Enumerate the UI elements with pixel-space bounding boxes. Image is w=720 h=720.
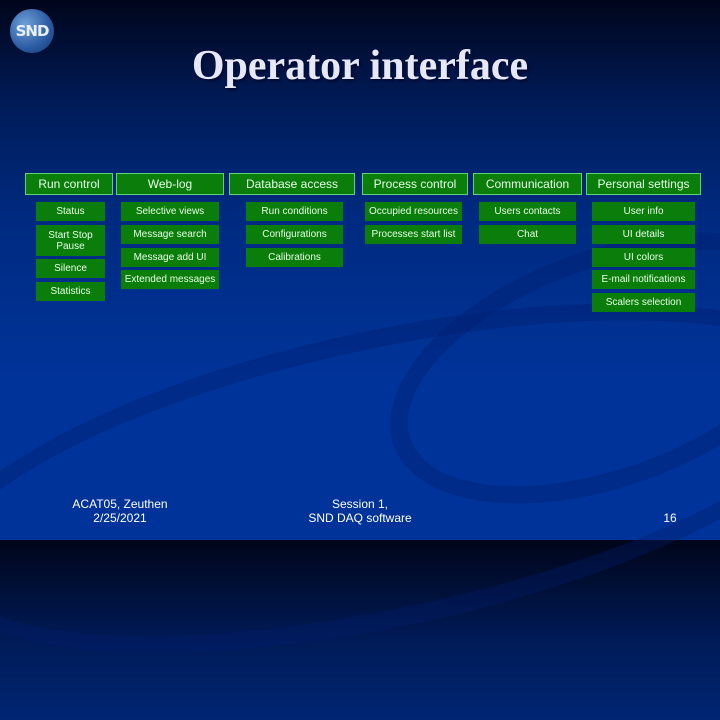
header-personal-settings[interactable]: Personal settings — [586, 173, 701, 195]
item-chat[interactable]: Chat — [479, 225, 576, 244]
item-ui-colors[interactable]: UI colors — [592, 248, 695, 267]
footer-session: Session 1, — [331, 497, 389, 511]
logo-text: SND — [15, 22, 50, 40]
header-process-control[interactable]: Process control — [362, 173, 468, 195]
footer-left: ACAT05, Zeuthen 2/25/2021 — [50, 497, 190, 525]
item-message-search[interactable]: Message search — [121, 225, 219, 244]
footer-center: Session 1, SND DAQ software — [280, 497, 440, 525]
header-database-access[interactable]: Database access — [229, 173, 355, 195]
item-start-stop-pause[interactable]: Start Stop Pause — [36, 225, 105, 256]
item-extended-messages[interactable]: Extended messages — [121, 270, 219, 289]
item-user-info[interactable]: User info — [592, 202, 695, 221]
footer-topic: SND DAQ software — [308, 511, 412, 525]
item-selective-views[interactable]: Selective views — [121, 202, 219, 221]
item-status[interactable]: Status — [36, 202, 105, 221]
item-message-add-ui[interactable]: Message add UI — [121, 248, 219, 267]
slide-title: Operator interface — [191, 43, 529, 89]
item-statistics[interactable]: Statistics — [36, 282, 105, 301]
header-communication[interactable]: Communication — [473, 173, 582, 195]
footer-date: 2/25/2021 — [93, 511, 147, 525]
item-users-contacts[interactable]: Users contacts — [479, 202, 576, 221]
footer-conference: ACAT05, Zeuthen — [72, 497, 168, 511]
page-number: 16 — [663, 511, 677, 525]
header-web-log[interactable]: Web-log — [116, 173, 224, 195]
item-silence[interactable]: Silence — [36, 259, 105, 278]
item-configurations[interactable]: Configurations — [246, 225, 343, 244]
item-run-conditions[interactable]: Run conditions — [246, 202, 343, 221]
header-run-control[interactable]: Run control — [25, 173, 113, 195]
item-processes-start-list[interactable]: Processes start list — [365, 225, 462, 244]
item-email-notifications[interactable]: E-mail notifications — [592, 270, 695, 289]
item-occupied-resources[interactable]: Occupied resources — [365, 202, 462, 221]
item-calibrations[interactable]: Calibrations — [246, 248, 343, 267]
item-scalers-selection[interactable]: Scalers selection — [592, 293, 695, 312]
item-ui-details[interactable]: UI details — [592, 225, 695, 244]
